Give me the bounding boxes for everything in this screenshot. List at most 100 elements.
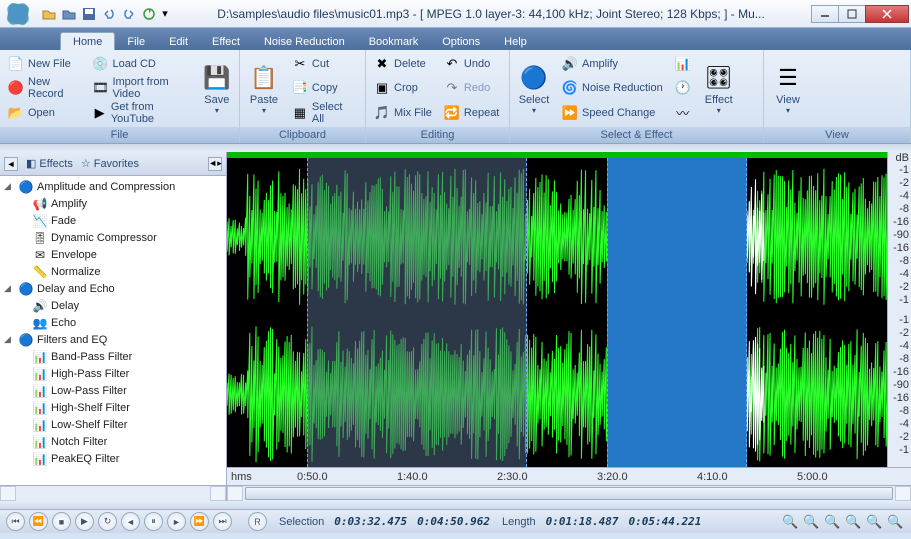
time-ruler[interactable]: hms 0:50.01:40.02:30.03:20.04:10.05:00.0 bbox=[227, 467, 911, 485]
icon-btn3[interactable]: 〰 bbox=[671, 101, 695, 124]
qat-dropdown-icon[interactable]: ▾ bbox=[160, 5, 170, 23]
tree-item[interactable]: 👥Echo bbox=[0, 314, 226, 331]
qat-redo-icon[interactable] bbox=[120, 5, 138, 23]
zoom-sel-button[interactable]: 🔍 bbox=[781, 512, 800, 531]
tree-item[interactable]: 📉Fade bbox=[0, 212, 226, 229]
selection-region-blue[interactable] bbox=[607, 158, 747, 467]
copy-button[interactable]: 📑Copy bbox=[288, 77, 361, 100]
tree-item[interactable]: ✉Envelope bbox=[0, 246, 226, 263]
waveform-canvas[interactable]: dB-1-2-4-8-16-90-16-8-4-2-1-1-2-4-8-16-9… bbox=[227, 152, 911, 467]
delete-button[interactable]: ✖Delete bbox=[370, 53, 436, 76]
step-back-button[interactable]: ◄ bbox=[121, 512, 140, 531]
qat-open-icon[interactable] bbox=[40, 5, 58, 23]
effects-tree[interactable]: ◢🔵Amplitude and Compression📢Amplify📉Fade… bbox=[0, 176, 226, 485]
tree-icon: 📊 bbox=[32, 451, 48, 467]
selection-region-gray[interactable] bbox=[307, 158, 527, 467]
app-icon[interactable] bbox=[4, 0, 32, 28]
tree-item[interactable]: 📊Band-Pass Filter bbox=[0, 348, 226, 365]
mix-button[interactable]: 🎵Mix File bbox=[370, 101, 436, 124]
tab-home[interactable]: Home bbox=[60, 32, 115, 50]
wave-hscroll[interactable] bbox=[227, 485, 911, 501]
crop-button[interactable]: ▣Crop bbox=[370, 77, 436, 100]
tab-help[interactable]: Help bbox=[492, 33, 539, 50]
tab-options[interactable]: Options bbox=[430, 33, 492, 50]
tab-file[interactable]: File bbox=[115, 33, 157, 50]
tree-item[interactable]: 🔊Delay bbox=[0, 297, 226, 314]
minimize-button[interactable] bbox=[811, 5, 839, 23]
open-button[interactable]: 📂Open bbox=[4, 101, 84, 124]
tab-noise-reduction[interactable]: Noise Reduction bbox=[252, 33, 357, 50]
maximize-button[interactable] bbox=[838, 5, 866, 23]
selection-end: 0:04:50.962 bbox=[417, 515, 490, 528]
effect-button[interactable]: 🎛Effect▾ bbox=[697, 52, 741, 125]
load-cd-button[interactable]: 💿Load CD bbox=[88, 53, 194, 76]
cut-button[interactable]: ✂Cut bbox=[288, 53, 361, 76]
go-end-button[interactable]: ⏭ bbox=[213, 512, 232, 531]
new-file-icon: 📄 bbox=[8, 56, 24, 72]
undo-button[interactable]: ↶Undo bbox=[440, 53, 503, 76]
zoom-in-button[interactable]: 🔍 bbox=[802, 512, 821, 531]
import-video-button[interactable]: 🎞Import from Video bbox=[88, 77, 194, 100]
qat-undo-icon[interactable] bbox=[100, 5, 118, 23]
amplify-button[interactable]: 🔊Amplify bbox=[558, 53, 667, 76]
tree-item[interactable]: ◢🔵Delay and Echo bbox=[0, 280, 226, 297]
tree-icon: 🔵 bbox=[18, 332, 34, 348]
new-file-button[interactable]: 📄New File bbox=[4, 53, 84, 76]
icon-btn1[interactable]: 📊 bbox=[671, 53, 695, 76]
get-youtube-button[interactable]: ▶Get from YouTube bbox=[88, 101, 194, 124]
noise-reduction-button[interactable]: 🌀Noise Reduction bbox=[558, 77, 667, 100]
zoom-v-in-button[interactable]: 🔍 bbox=[865, 512, 884, 531]
speed-change-button[interactable]: ⏩Speed Change bbox=[558, 101, 667, 124]
db-ruler: dB-1-2-4-8-16-90-16-8-4-2-1-1-2-4-8-16-9… bbox=[887, 152, 911, 467]
tab-effect[interactable]: Effect bbox=[200, 33, 252, 50]
rewind-button[interactable]: ⏪ bbox=[29, 512, 48, 531]
tree-item[interactable]: 🎚Dynamic Compressor bbox=[0, 229, 226, 246]
qat-refresh-icon[interactable] bbox=[140, 5, 158, 23]
qat-save-icon[interactable] bbox=[80, 5, 98, 23]
zoom-v-out-button[interactable]: 🔍 bbox=[886, 512, 905, 531]
repeat-button[interactable]: 🔁Repeat bbox=[440, 101, 503, 124]
redo-button[interactable]: ↷Redo bbox=[440, 77, 503, 100]
sidebar-tab-effects[interactable]: ◧Effects bbox=[26, 157, 73, 170]
loop-button[interactable]: ↻ bbox=[98, 512, 117, 531]
zoom-out-button[interactable]: 🔍 bbox=[823, 512, 842, 531]
record-icon: 🔴 bbox=[8, 80, 24, 96]
select-all-button[interactable]: ▦Select All bbox=[288, 101, 361, 124]
ribbon-group-view: ☰View▾ View bbox=[764, 50, 911, 143]
content-area: ◄ ◧Effects ☆Favorites ◄▸ ◢🔵Amplitude and… bbox=[0, 152, 911, 501]
tree-item[interactable]: 📊PeakEQ Filter bbox=[0, 450, 226, 467]
time-tick: 4:10.0 bbox=[697, 471, 728, 483]
tab-bookmark[interactable]: Bookmark bbox=[357, 33, 431, 50]
sidebar-nav-next[interactable]: ◄▸ bbox=[208, 157, 222, 171]
tab-edit[interactable]: Edit bbox=[157, 33, 200, 50]
qat-open2-icon[interactable] bbox=[60, 5, 78, 23]
close-button[interactable] bbox=[865, 5, 909, 23]
paste-button[interactable]: 📋Paste▾ bbox=[242, 52, 286, 125]
tree-item[interactable]: 📊Low-Shelf Filter bbox=[0, 416, 226, 433]
view-button[interactable]: ☰View▾ bbox=[766, 52, 810, 125]
new-record-button[interactable]: 🔴New Record bbox=[4, 77, 84, 100]
tree-item[interactable]: 📊High-Shelf Filter bbox=[0, 399, 226, 416]
tree-item[interactable]: ◢🔵Amplitude and Compression bbox=[0, 178, 226, 195]
go-start-button[interactable]: ⏮ bbox=[6, 512, 25, 531]
play-button[interactable]: ▶ bbox=[75, 512, 94, 531]
tree-item[interactable]: 📊High-Pass Filter bbox=[0, 365, 226, 382]
stop-button[interactable]: ■ bbox=[52, 512, 71, 531]
sidebar-nav-prev[interactable]: ◄ bbox=[4, 157, 18, 171]
select-button[interactable]: 🔵Select▾ bbox=[512, 52, 556, 125]
tree-item[interactable]: 📊Notch Filter bbox=[0, 433, 226, 450]
zoom-fit-button[interactable]: 🔍 bbox=[844, 512, 863, 531]
icon-btn2[interactable]: 🕐 bbox=[671, 77, 695, 100]
tree-item[interactable]: 📢Amplify bbox=[0, 195, 226, 212]
fast-fwd-button[interactable]: ⏩ bbox=[190, 512, 209, 531]
record-button[interactable]: R bbox=[248, 512, 267, 531]
tree-item[interactable]: ◢🔵Filters and EQ bbox=[0, 331, 226, 348]
tree-item[interactable]: 📊Low-Pass Filter bbox=[0, 382, 226, 399]
save-button[interactable]: 💾Save▾ bbox=[197, 52, 237, 125]
tree-item[interactable]: 📏Normalize bbox=[0, 263, 226, 280]
step-fwd-button[interactable]: ► bbox=[167, 512, 186, 531]
sidebar-tab-favorites[interactable]: ☆Favorites bbox=[81, 157, 139, 170]
sidebar-hscroll[interactable] bbox=[0, 485, 226, 501]
copy-icon: 📑 bbox=[292, 80, 308, 96]
pause-button[interactable]: ⏸ bbox=[144, 512, 163, 531]
